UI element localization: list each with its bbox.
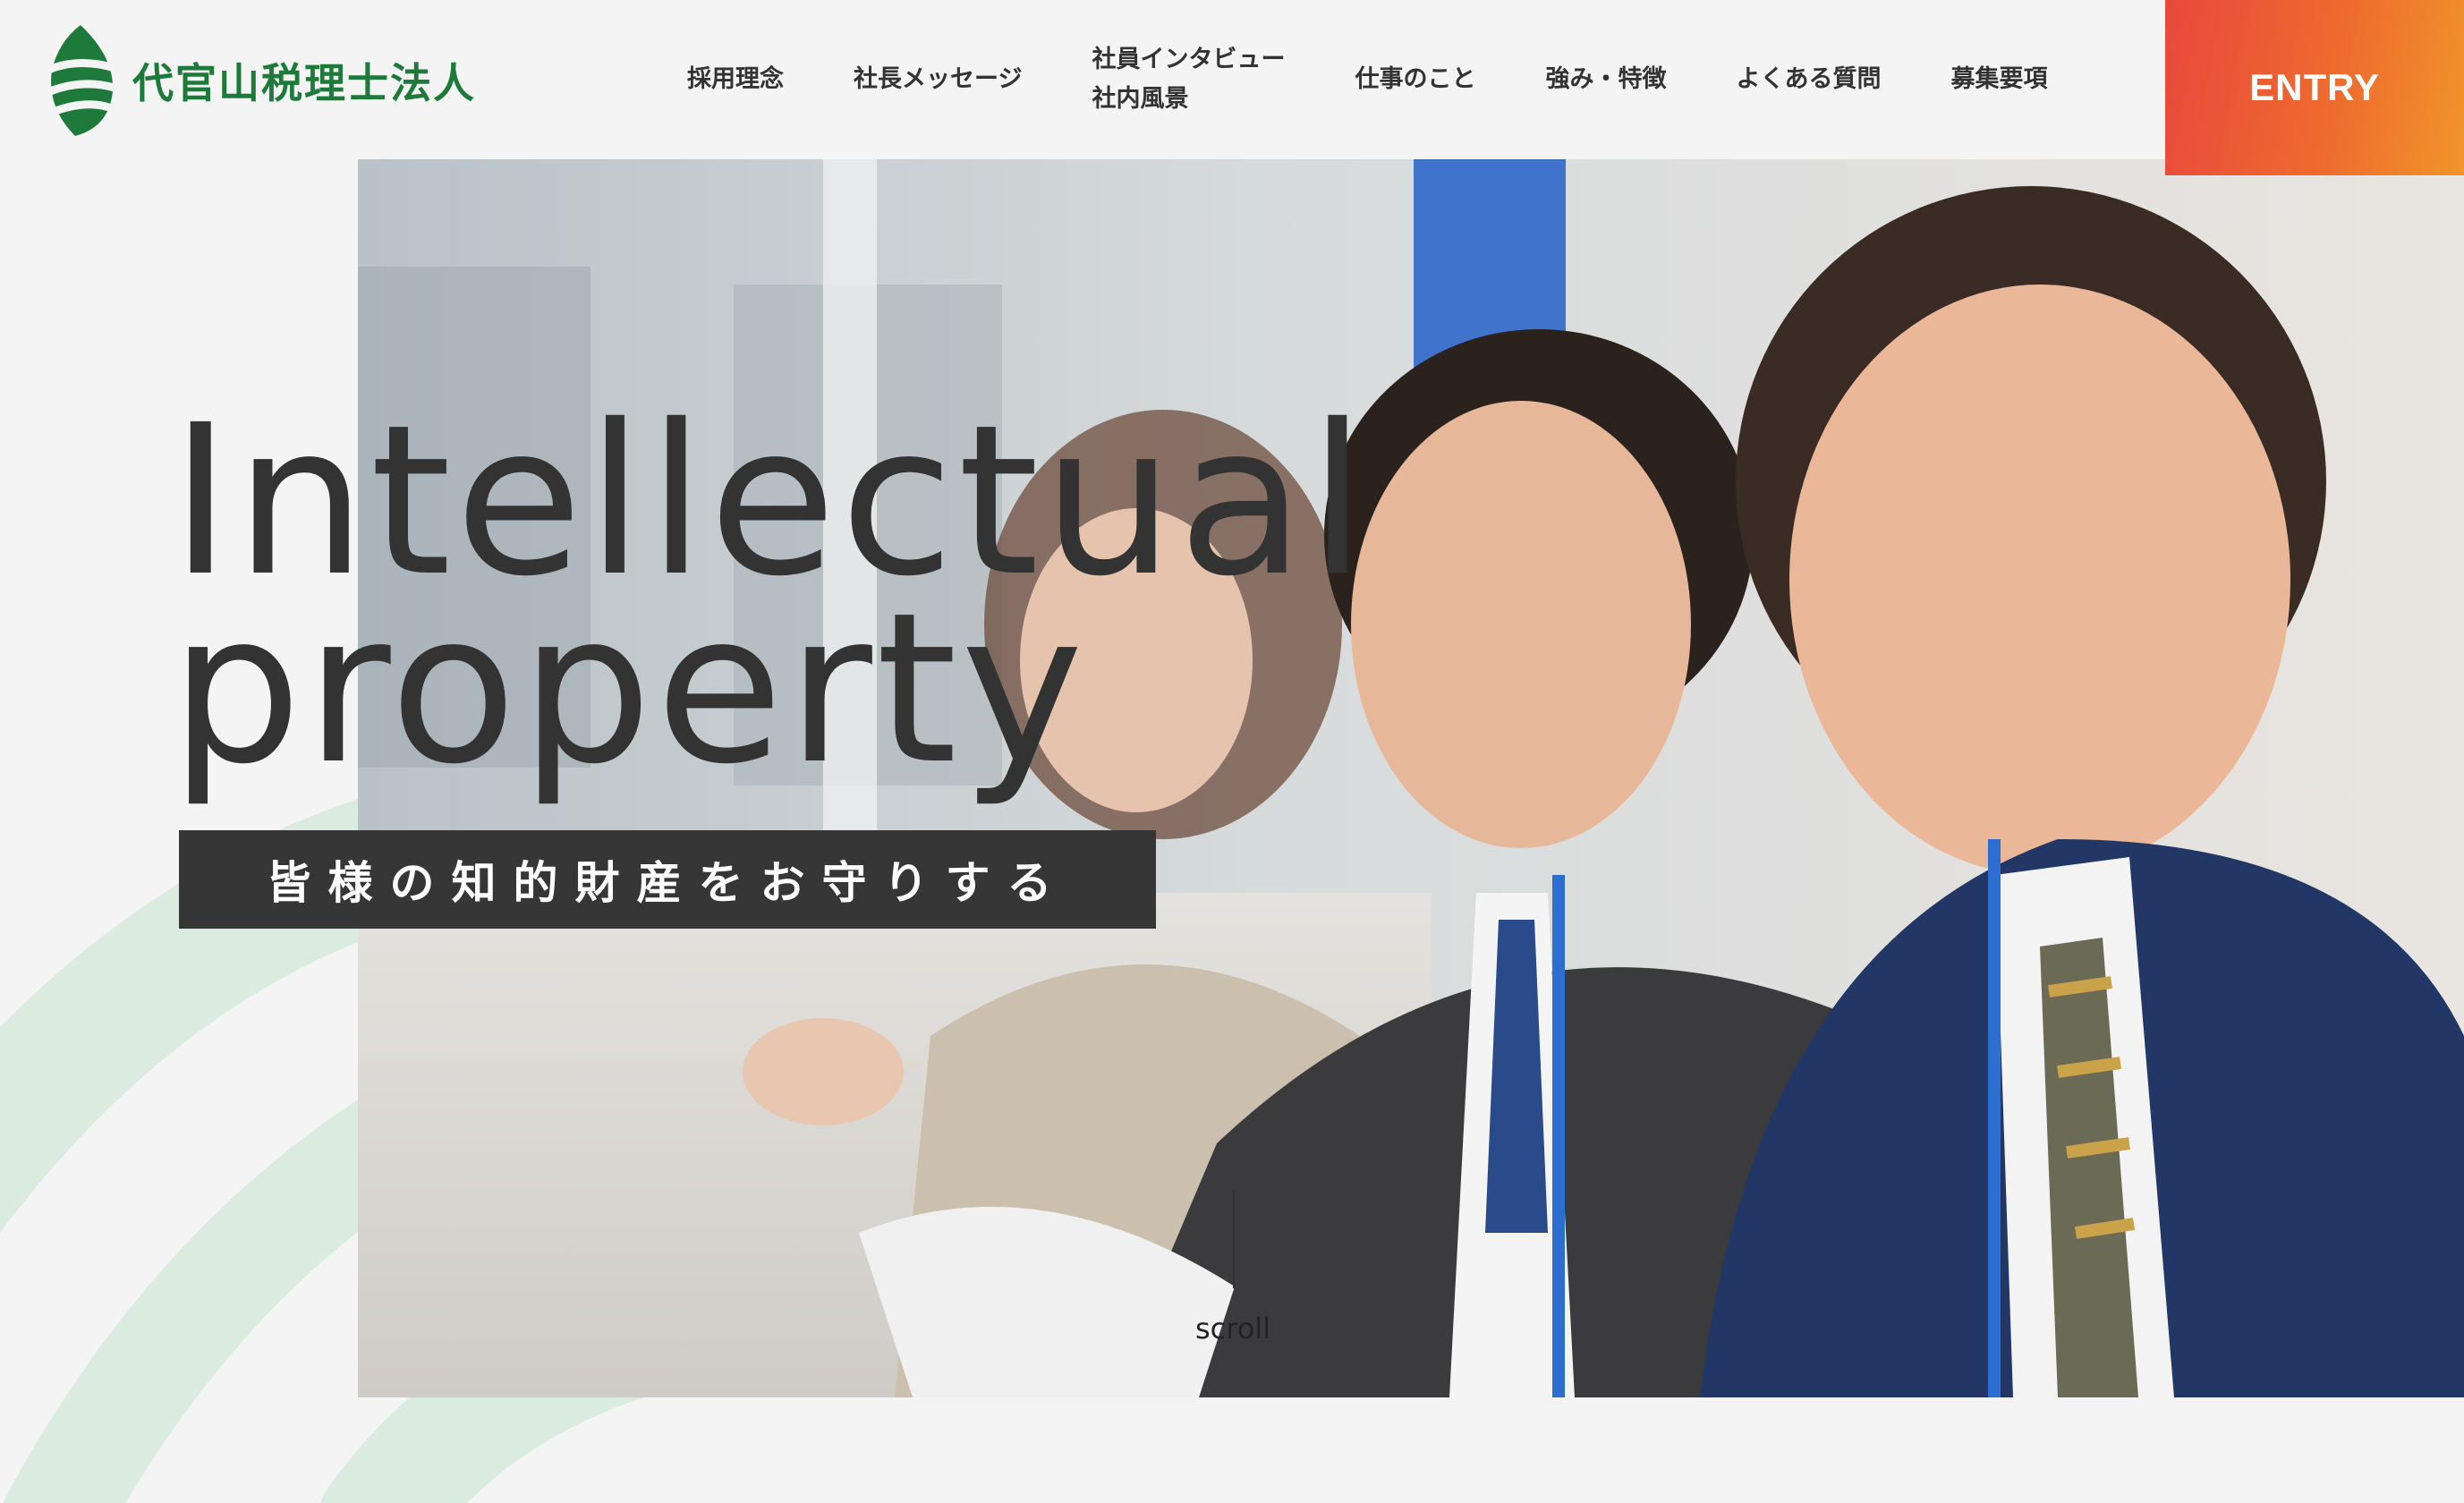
leaf-stripes-icon — [47, 25, 116, 136]
scroll-indicator[interactable]: scroll — [1195, 1190, 1270, 1351]
hero-title-line2: property — [170, 568, 1088, 810]
company-name: 代官山税理士法人 — [132, 59, 476, 107]
nav-item-philosophy[interactable]: 採用理念 — [687, 60, 784, 99]
hero-subtitle: 皆様の知的財産をお守りする — [179, 830, 1156, 929]
nav-item-faq[interactable]: よくある質問 — [1736, 60, 1881, 99]
hero-title: Intellectual property — [170, 380, 1370, 810]
entry-button[interactable]: ENTRY — [2165, 0, 2464, 175]
scroll-line — [1233, 1190, 1235, 1288]
nav-item-strengths[interactable]: 強み・特徴 — [1545, 60, 1666, 99]
nav-item-ceo-message[interactable]: 社長メッセージ — [854, 60, 1022, 99]
scroll-label: scroll — [1195, 1312, 1271, 1346]
logo-link[interactable]: 代官山税理士法人 — [34, 21, 476, 140]
nav-item-interviews[interactable]: 社員インタビュー 社内風景 — [1092, 40, 1285, 119]
nav-item-work[interactable]: 仕事のこと — [1355, 60, 1475, 99]
nav-item-recruitment[interactable]: 募集要項 — [1950, 60, 2047, 99]
hero-title-line1: Intellectual — [170, 380, 1370, 622]
global-nav: 採用理念 社長メッセージ 社員インタビュー 社内風景 仕事のこと 強み・特徴 よ… — [662, 0, 2094, 159]
site-header: 代官山税理士法人 採用理念 社長メッセージ 社員インタビュー 社内風景 仕事のこ… — [0, 0, 2464, 159]
